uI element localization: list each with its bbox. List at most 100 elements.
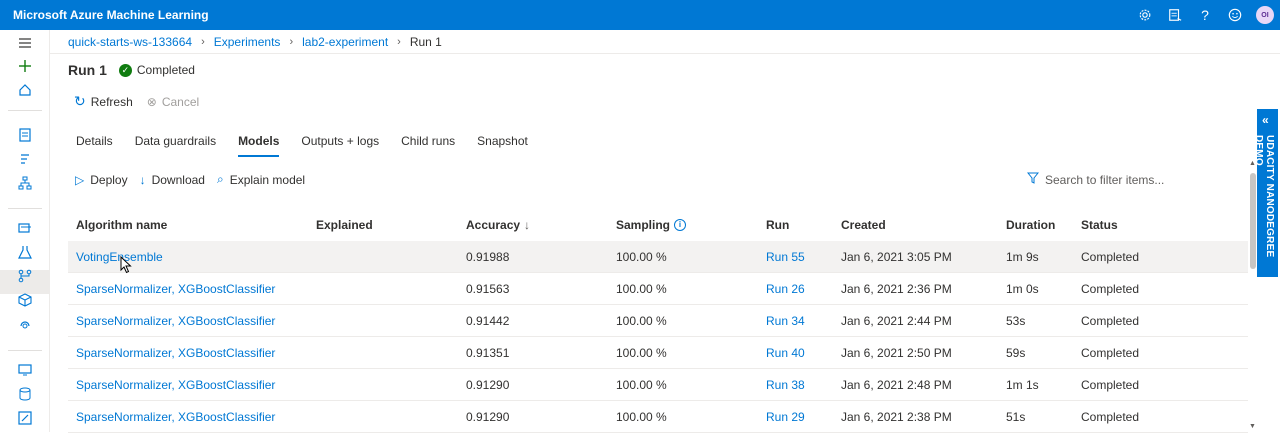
vertical-scrollbar[interactable]: ▲ ▼ (1249, 160, 1257, 432)
status-cell: Completed (1081, 377, 1140, 392)
duration-cell: 1m 1s (1006, 377, 1039, 392)
deploy-button[interactable]: ▷ Deploy (75, 173, 128, 187)
download-button[interactable]: ↓ Download (140, 173, 205, 187)
breadcrumb-experiment[interactable]: lab2-experiment (302, 35, 388, 49)
header-status[interactable]: Status (1081, 218, 1118, 232)
sampling-cell: 100.00 % (616, 249, 667, 264)
header-algorithm[interactable]: Algorithm name (76, 218, 167, 232)
accuracy-cell: 0.91988 (466, 249, 510, 264)
algorithm-link[interactable]: SparseNormalizer, XGBoostClassifier (76, 378, 275, 392)
algorithm-link[interactable]: SparseNormalizer, XGBoostClassifier (76, 282, 275, 296)
table-row[interactable]: SparseNormalizer, XGBoostClassifier 0.91… (68, 273, 1248, 305)
feedback-icon[interactable] (1160, 0, 1190, 30)
header-sampling[interactable]: Sampling i (616, 218, 687, 232)
run-link[interactable]: Run 40 (766, 346, 805, 360)
nav-divider (8, 208, 42, 209)
table-header: Algorithm name Explained Accuracy ↓ Sampl… (68, 208, 1248, 241)
sampling-cell: 100.00 % (616, 313, 667, 328)
breadcrumb: quick-starts-ws-133664 › Experiments › l… (50, 30, 1280, 54)
notebooks-icon[interactable] (15, 125, 35, 145)
smiley-icon[interactable] (1220, 0, 1250, 30)
double-chevron-left-icon: « (1262, 113, 1269, 127)
search-placeholder: Search to filter items... (1045, 172, 1165, 187)
filter-funnel-icon (1026, 172, 1040, 187)
deploy-label: Deploy (90, 172, 128, 187)
scroll-down-arrow-icon[interactable]: ▼ (1249, 423, 1256, 430)
tab-child-runs[interactable]: Child runs (401, 133, 455, 157)
page-title: Run 1 (68, 62, 107, 78)
compute-monitor-icon[interactable] (15, 360, 35, 380)
hamburger-menu-icon[interactable] (15, 33, 35, 53)
breadcrumb-run: Run 1 (409, 34, 442, 49)
chevron-right-icon: › (397, 35, 401, 48)
tab-data-guardrails[interactable]: Data guardrails (135, 133, 216, 157)
sampling-cell: 100.00 % (616, 409, 667, 424)
tab-models[interactable]: Models (238, 133, 280, 157)
run-link[interactable]: Run 29 (766, 410, 805, 424)
chevron-right-icon: › (289, 35, 294, 48)
status-cell: Completed (1081, 313, 1140, 328)
run-link[interactable]: Run 26 (766, 282, 805, 296)
data-labeling-icon[interactable] (15, 408, 35, 428)
designer-icon[interactable] (15, 173, 35, 193)
settings-gear-icon[interactable] (1130, 0, 1160, 30)
run-link[interactable]: Run 38 (766, 378, 805, 392)
tab-details[interactable]: Details (76, 133, 113, 157)
breadcrumb-experiments[interactable]: Experiments (214, 35, 281, 49)
created-cell: Jan 6, 2021 3:05 PM (841, 249, 952, 264)
accuracy-cell: 0.91442 (466, 313, 510, 328)
table-row[interactable]: SparseNormalizer, XGBoostClassifier 0.91… (68, 337, 1248, 369)
sort-descending-icon: ↓ (524, 217, 531, 232)
pipelines-icon[interactable] (15, 266, 35, 286)
datasets-icon[interactable] (15, 218, 35, 238)
model-actions: ▷ Deploy ↓ Download ⌕ Explain model (75, 172, 317, 187)
header-run[interactable]: Run (766, 218, 789, 232)
user-avatar[interactable]: OI (1256, 6, 1274, 24)
duration-cell: 1m 0s (1006, 281, 1039, 296)
breadcrumb-workspace[interactable]: quick-starts-ws-133664 (68, 35, 192, 49)
home-icon[interactable] (15, 80, 35, 100)
header-duration[interactable]: Duration (1006, 218, 1055, 232)
created-cell: Jan 6, 2021 2:48 PM (841, 377, 952, 392)
experiments-flask-icon[interactable] (15, 242, 35, 262)
header-created[interactable]: Created (841, 218, 886, 232)
side-panel-label: UDACITY NANODEGREE DEMO (1253, 135, 1275, 258)
algorithm-link[interactable]: SparseNormalizer, XGBoostClassifier (76, 314, 275, 328)
cancel-button[interactable]: ⊗ Cancel (147, 95, 199, 109)
nav-divider (8, 350, 42, 351)
refresh-button[interactable]: ↻ Refresh (74, 93, 133, 110)
app-title[interactable]: Microsoft Azure Machine Learning (13, 8, 209, 22)
download-label: Download (151, 172, 205, 187)
top-bar: Microsoft Azure Machine Learning ? OI (0, 0, 1280, 30)
created-cell: Jan 6, 2021 2:44 PM (841, 313, 952, 328)
explain-model-button[interactable]: ⌕ Explain model (217, 172, 305, 187)
refresh-icon: ↻ (74, 93, 86, 109)
tab-snapshot[interactable]: Snapshot (477, 133, 528, 157)
duration-cell: 51s (1006, 409, 1026, 424)
header-accuracy[interactable]: Accuracy ↓ (466, 218, 530, 232)
endpoints-icon[interactable] (15, 314, 35, 334)
status-cell: Completed (1081, 345, 1140, 360)
info-icon[interactable]: i (674, 219, 687, 232)
table-row[interactable]: SparseNormalizer, XGBoostClassifier 0.91… (68, 305, 1248, 337)
table-row[interactable]: SparseNormalizer, XGBoostClassifier 0.91… (68, 369, 1248, 401)
created-cell: Jan 6, 2021 2:50 PM (841, 345, 952, 360)
play-triangle-icon: ▷ (75, 172, 85, 187)
side-panel-tab[interactable]: « UDACITY NANODEGREE DEMO (1253, 109, 1278, 277)
automated-ml-icon[interactable] (15, 149, 35, 169)
models-cube-icon[interactable] (15, 290, 35, 310)
header-explained[interactable]: Explained (316, 218, 373, 232)
create-new-plus-icon[interactable] (15, 56, 35, 76)
tab-outputs-logs[interactable]: Outputs + logs (301, 133, 379, 157)
table-row[interactable]: SparseNormalizer, XGBoostClassifier 0.91… (68, 401, 1248, 433)
algorithm-link[interactable]: SparseNormalizer, XGBoostClassifier (76, 346, 275, 360)
run-status: Completed (136, 63, 195, 77)
scrollbar-thumb[interactable] (1250, 173, 1256, 269)
datastores-icon[interactable] (15, 384, 35, 404)
run-link[interactable]: Run 55 (766, 250, 805, 264)
help-icon[interactable]: ? (1190, 0, 1220, 30)
run-link[interactable]: Run 34 (766, 314, 805, 328)
table-row[interactable]: VotingEnsemble 0.91988 100.00 % Run 55 J… (68, 241, 1248, 273)
algorithm-link[interactable]: SparseNormalizer, XGBoostClassifier (76, 410, 275, 424)
filter-search[interactable]: Search to filter items... (1026, 172, 1165, 187)
